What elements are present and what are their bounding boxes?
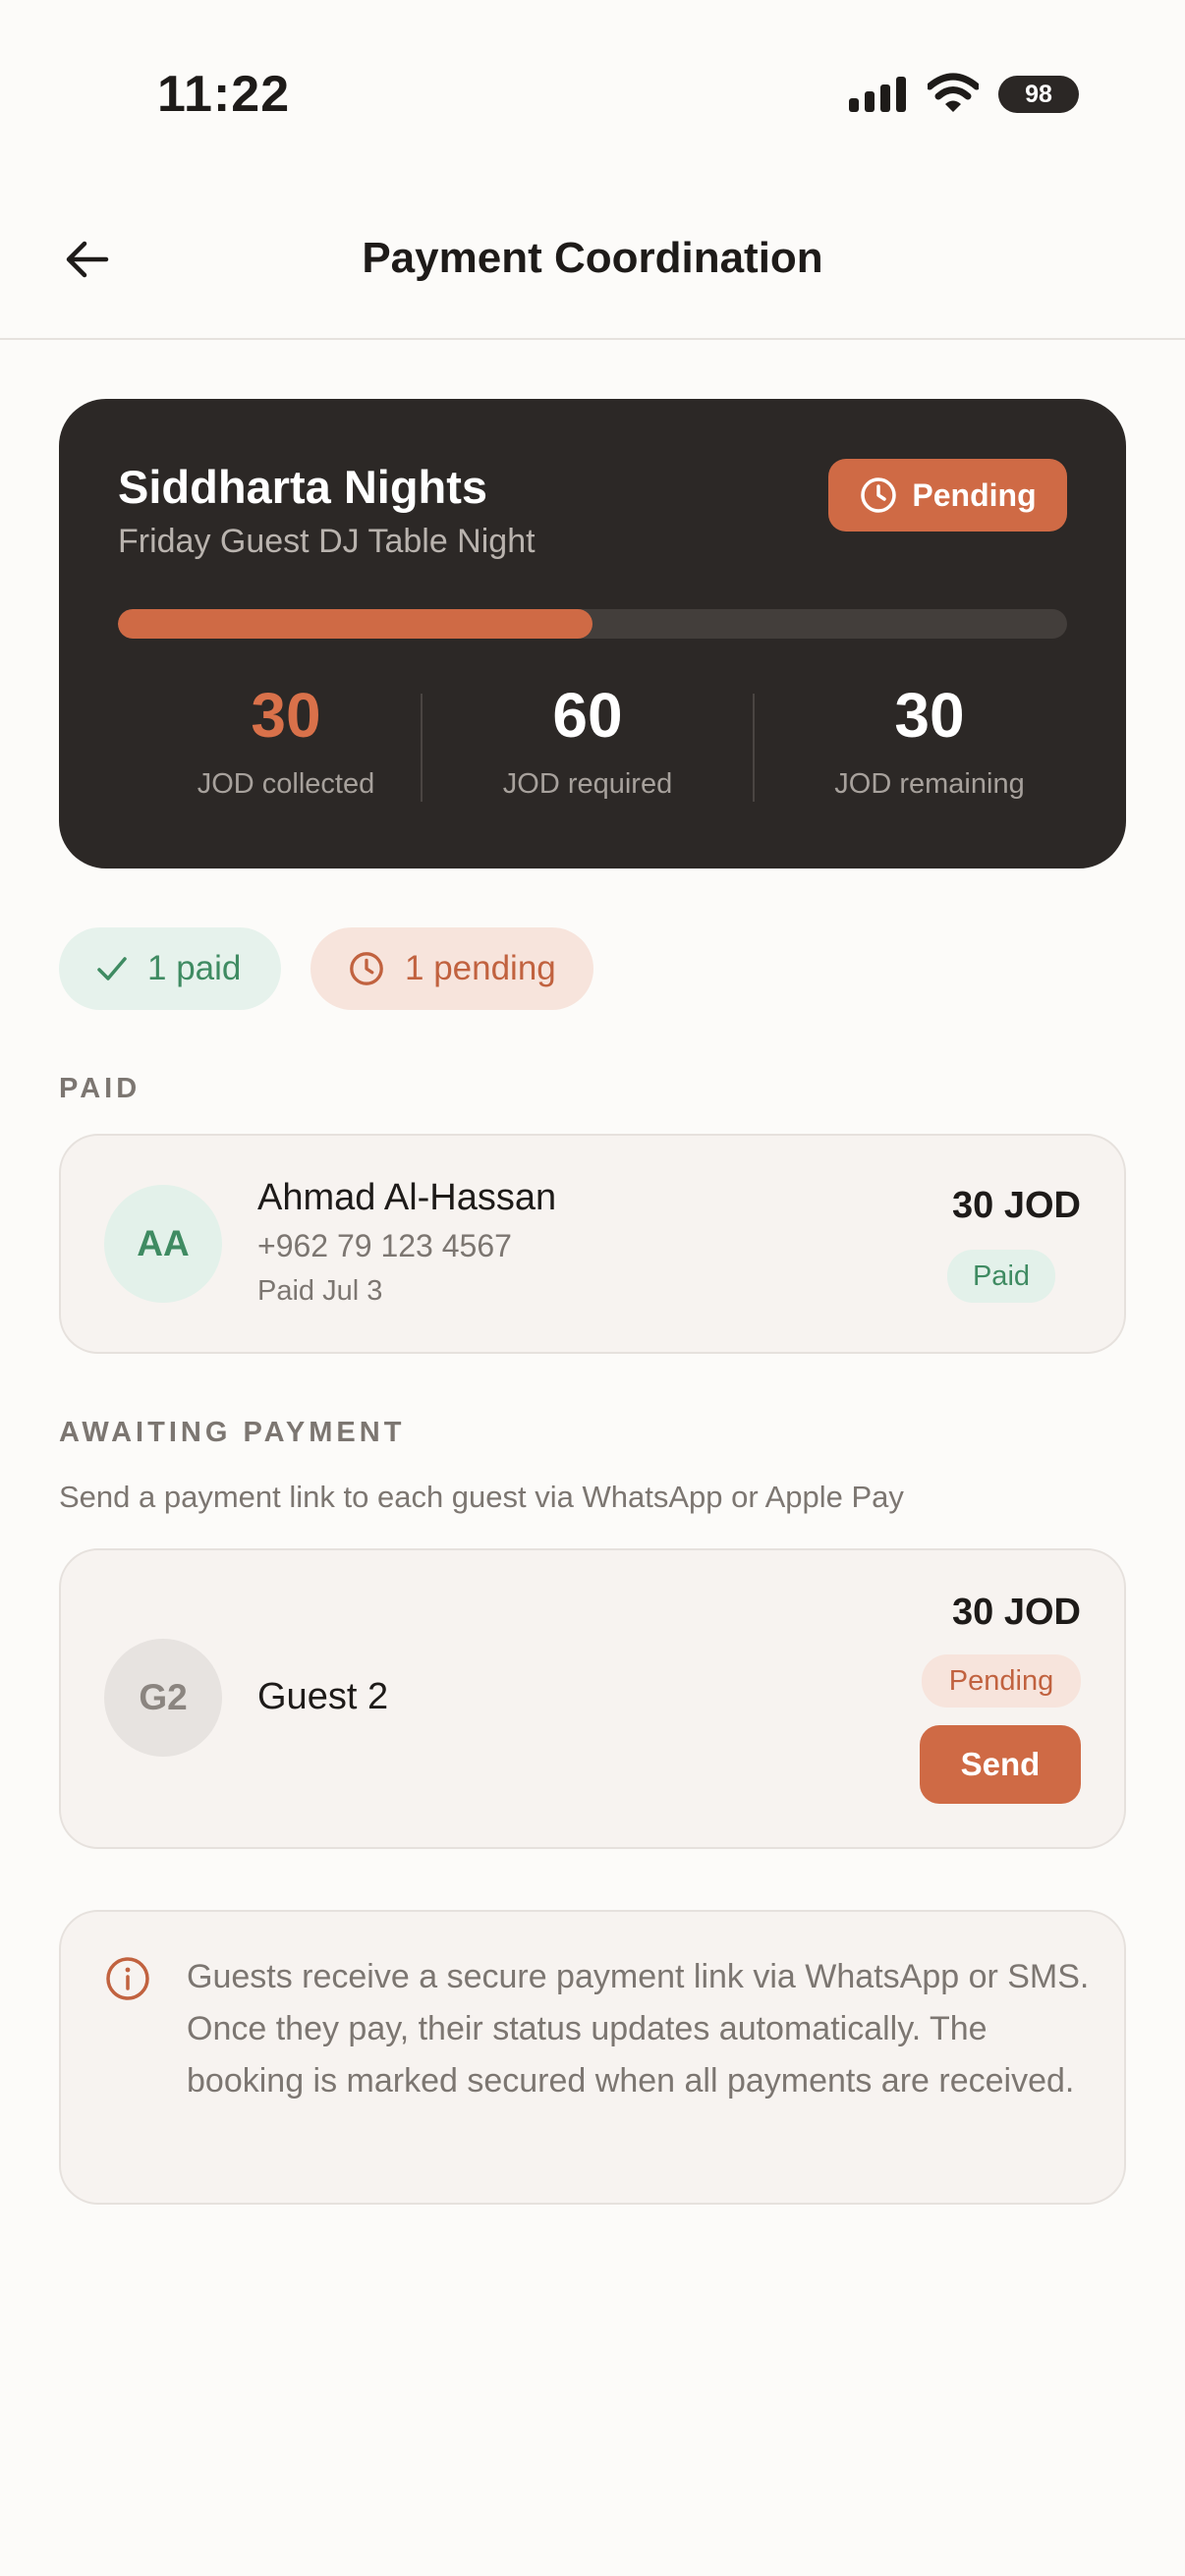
guest-paid-date: Paid Jul 3: [257, 1275, 383, 1307]
payment-summary-card: Siddharta Nights Friday Guest DJ Table N…: [59, 399, 1126, 868]
top-bar: Payment Coordination: [0, 187, 1185, 340]
event-name: Friday Guest DJ Table Night: [118, 523, 536, 560]
clock-icon: [350, 952, 383, 985]
stat-remaining-value: 30: [894, 680, 965, 751]
stat-remaining: 30 JOD remaining: [772, 684, 1087, 801]
guest-amount: 30 JOD: [952, 1592, 1081, 1633]
stat-collected-label: JOD collected: [197, 768, 375, 800]
pending-count-label: 1 pending: [405, 949, 556, 987]
venue-name: Siddharta Nights: [118, 461, 488, 513]
pending-count-chip[interactable]: 1 pending: [310, 927, 593, 1010]
stat-collected-value: 30: [251, 680, 321, 751]
cellular-signal-icon: [849, 77, 906, 112]
clock-icon: [861, 477, 897, 513]
paid-section-title: PAID: [59, 1073, 141, 1104]
booking-status-badge: Pending: [828, 459, 1067, 532]
guest-name: Ahmad Al-Hassan: [257, 1177, 557, 1218]
status-bar: 11:22 98: [0, 0, 1185, 187]
stat-required-label: JOD required: [502, 768, 673, 800]
payment-progress-fill: [118, 609, 592, 639]
guest-card-paid[interactable]: AA Ahmad Al-Hassan +962 79 123 4567 Paid…: [59, 1134, 1126, 1354]
page-title: Payment Coordination: [362, 234, 823, 282]
status-badge: Paid: [947, 1250, 1055, 1303]
avatar: AA: [104, 1185, 222, 1303]
status-time: 11:22: [157, 66, 291, 123]
stat-remaining-label: JOD remaining: [834, 768, 1025, 800]
payment-progress-bar: [118, 609, 1067, 639]
wifi-icon: [928, 73, 979, 112]
stat-divider: [421, 694, 423, 802]
awaiting-section-title: AWAITING PAYMENT: [59, 1417, 406, 1448]
paid-count-label: 1 paid: [147, 949, 242, 987]
stat-collected: 30 JOD collected: [129, 684, 443, 801]
checkmark-icon: [97, 957, 127, 980]
guest-phone: +962 79 123 4567: [257, 1228, 512, 1263]
stat-required: 60 JOD required: [430, 684, 745, 801]
info-icon: [106, 1957, 149, 2000]
paid-count-chip[interactable]: 1 paid: [59, 927, 281, 1010]
avatar: G2: [104, 1639, 222, 1757]
info-notice: Guests receive a secure payment link via…: [59, 1910, 1126, 2205]
awaiting-section-subtitle: Send a payment link to each guest via Wh…: [59, 1480, 904, 1514]
stat-required-value: 60: [552, 680, 623, 751]
send-payment-link-button[interactable]: Send: [920, 1725, 1081, 1804]
info-text: Guests receive a secure payment link via…: [187, 1958, 1090, 2100]
guest-amount: 30 JOD: [952, 1185, 1081, 1226]
stat-divider: [753, 694, 755, 802]
battery-indicator: 98: [998, 76, 1079, 113]
booking-status-label: Pending: [912, 476, 1037, 513]
guest-name: Guest 2: [257, 1676, 389, 1717]
guest-card-pending[interactable]: G2 Guest 2 30 JOD Pending Send: [59, 1548, 1126, 1849]
status-badge: Pending: [922, 1654, 1081, 1708]
